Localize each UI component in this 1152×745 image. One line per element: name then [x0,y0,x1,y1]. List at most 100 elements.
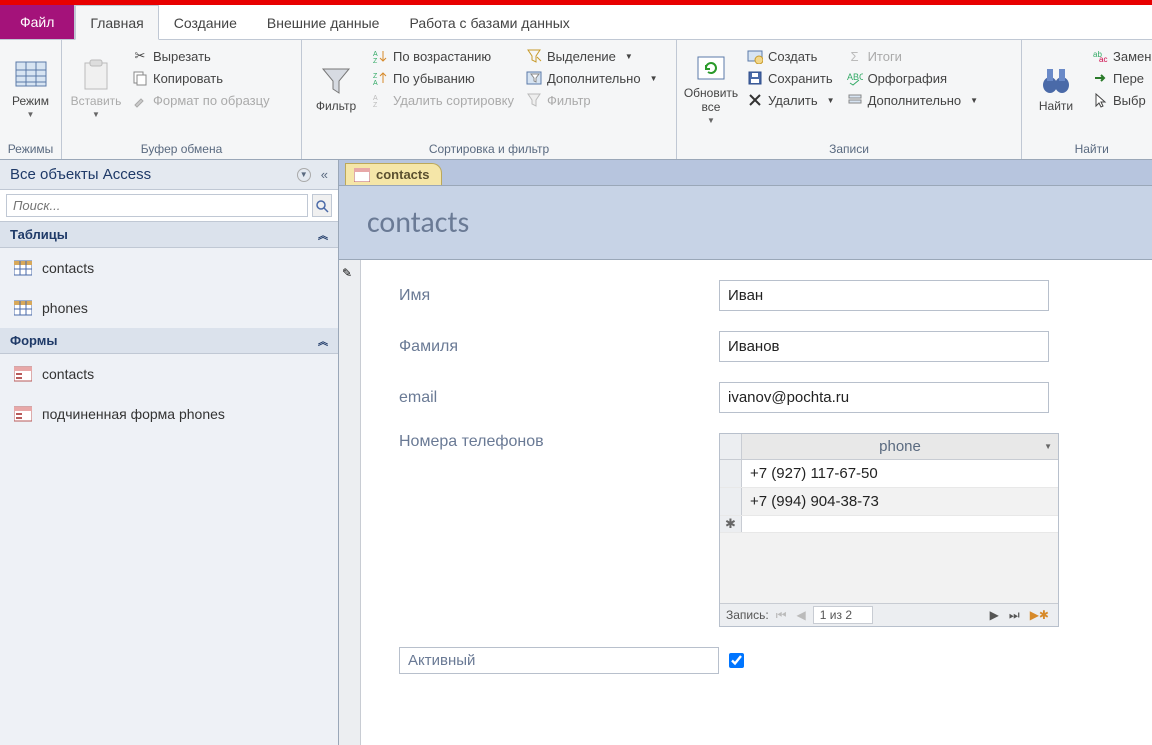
filter-button[interactable]: Фильтр [308,44,364,132]
cursor-icon [1092,92,1108,108]
subform-row[interactable]: +7 (994) 904-38-73 [720,488,1058,516]
field-input-name[interactable] [719,280,1049,311]
field-label-email: email [399,389,719,407]
table-icon [14,260,32,276]
nav-label: Запись: [726,608,769,622]
field-input-email[interactable] [719,382,1049,413]
column-dropdown-icon[interactable]: ▼ [1044,442,1052,451]
new-record-button[interactable]: Создать [743,46,839,66]
new-row-selector[interactable]: ✱ [720,516,742,532]
group-label-records: Записи [683,140,1015,159]
column-header-phone[interactable]: phone ▼ [742,434,1058,459]
clear-sort-button: AZ Удалить сортировку [368,90,518,110]
phone-cell[interactable]: +7 (994) 904-38-73 [742,488,1058,515]
tab-external-data[interactable]: Внешние данные [252,5,395,39]
active-checkbox[interactable] [729,653,744,668]
advanced-icon [526,70,542,86]
sort-descending-button[interactable]: ZA По убыванию [368,68,518,88]
field-input-surname[interactable] [719,331,1049,362]
subform-record-navigator: Запись: ⏮ ◀ 1 из 2 ▶ ⏭ ▶✱ [720,603,1058,626]
document-tab-contacts[interactable]: contacts [345,163,442,185]
subform-corner-selector[interactable] [720,434,742,459]
nav-item-label: contacts [42,366,94,382]
delete-icon [747,92,763,108]
field-label-name: Имя [399,287,719,305]
refresh-icon [694,51,728,85]
ribbon-group-records: Обновить все ▼ Создать Сохранить Удалить… [677,40,1022,159]
group-label-modes: Режимы [6,140,55,159]
copy-icon [132,70,148,86]
clear-sort-icon: AZ [372,92,388,108]
edit-pencil-icon: ✎ [342,266,352,280]
subform-new-row[interactable]: ✱ [720,516,1058,533]
advanced-filter-button[interactable]: Дополнительно ▼ [522,68,662,88]
collapse-navpane-icon[interactable]: « [321,167,328,182]
record-selector[interactable]: ✎ [339,260,361,745]
form-icon [354,168,370,182]
binoculars-icon [1039,63,1073,97]
dropdown-arrow-icon: ▼ [970,96,978,105]
subform-row[interactable]: +7 (927) 117-67-50 [720,460,1058,488]
nav-item-table-contacts[interactable]: contacts [0,248,338,288]
form-icon [14,406,32,422]
svg-text:Z: Z [373,73,378,80]
nav-item-label: contacts [42,260,94,276]
totals-button: Σ Итоги [843,46,983,66]
sort-ascending-button[interactable]: AZ По возрастанию [368,46,518,66]
replace-button[interactable]: abac Замен [1088,46,1152,66]
svg-text:ac: ac [1099,55,1107,64]
nav-position-box[interactable]: 1 из 2 [813,606,873,624]
nav-item-form-contacts[interactable]: contacts [0,354,338,394]
ribbon: Режим ▼ Режимы Вставить ▼ ✂ Вырезать [0,40,1152,160]
ribbon-group-modes: Режим ▼ Режимы [0,40,62,159]
save-record-button[interactable]: Сохранить [743,68,839,88]
nav-last-button[interactable]: ⏭ [1006,608,1023,623]
search-icon[interactable] [312,194,332,217]
cut-button[interactable]: ✂ Вырезать [128,46,274,66]
nav-item-label: phones [42,300,88,316]
more-icon [847,92,863,108]
tab-create[interactable]: Создание [159,5,252,39]
group-label-clipboard: Буфер обмена [68,140,295,159]
find-button[interactable]: Найти [1028,44,1084,132]
selection-filter-button[interactable]: Выделение ▼ [522,46,662,66]
phone-cell[interactable]: +7 (927) 117-67-50 [742,460,1058,487]
field-label-active: Активный [399,647,719,674]
row-selector[interactable] [720,460,742,487]
scissors-icon: ✂ [132,48,148,64]
nav-item-label: подчиненная форма phones [42,406,225,422]
nav-item-form-phones-subform[interactable]: подчиненная форма phones [0,394,338,434]
refresh-all-button[interactable]: Обновить все ▼ [683,44,739,132]
file-menu[interactable]: Файл [0,5,75,39]
more-records-button[interactable]: Дополнительно ▼ [843,90,983,110]
dropdown-arrow-icon: ▼ [625,52,633,61]
tab-database-tools[interactable]: Работа с базами данных [394,5,584,39]
goto-button[interactable]: Пере [1088,68,1152,88]
collapse-section-icon: ︽ [318,333,328,348]
replace-icon: abac [1092,48,1108,64]
navpane-search-input[interactable] [6,194,308,217]
view-mode-button[interactable]: Режим ▼ [6,44,55,132]
nav-new-button[interactable]: ▶✱ [1027,608,1052,622]
nav-item-table-phones[interactable]: phones [0,288,338,328]
dropdown-arrow-icon: ▼ [650,74,658,83]
navpane-menu-dropdown-icon[interactable]: ▼ [297,168,311,182]
phone-cell-new[interactable] [742,516,1058,532]
tab-home[interactable]: Главная [75,5,158,40]
row-selector[interactable] [720,488,742,515]
nav-first-button: ⏮ [773,608,790,623]
select-button[interactable]: Выбр [1088,90,1152,110]
clipboard-icon [79,58,113,92]
dropdown-arrow-icon: ▼ [707,116,715,125]
svg-text:A: A [373,51,378,58]
nav-next-button[interactable]: ▶ [987,608,1002,622]
nav-section-tables[interactable]: Таблицы ︽ [0,222,338,248]
delete-record-button[interactable]: Удалить ▼ [743,90,839,110]
spelling-button[interactable]: ABC Орфография [843,68,983,88]
spellcheck-icon: ABC [847,70,863,86]
navpane-title[interactable]: Все объекты Access [10,166,151,183]
copy-button[interactable]: Копировать [128,68,274,88]
nav-section-forms[interactable]: Формы ︽ [0,328,338,354]
dropdown-arrow-icon: ▼ [92,110,100,119]
sigma-icon: Σ [847,48,863,64]
